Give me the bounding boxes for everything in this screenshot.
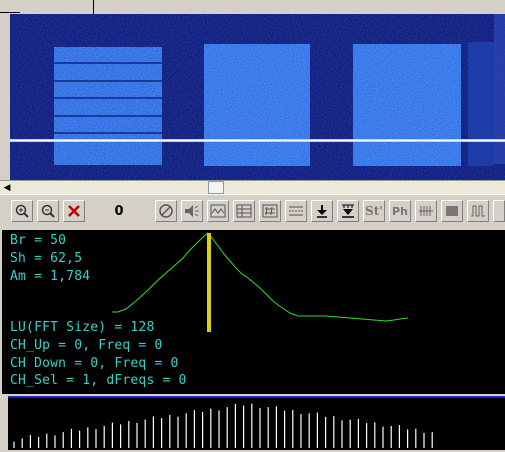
down-arrow-icon (317, 205, 327, 218)
zoom-in-button[interactable] (11, 200, 33, 222)
ruler-line (0, 12, 20, 13)
scope-display[interactable]: Br = 50 Sh = 62,5 Am = 1,784 LU(FFT Size… (2, 230, 505, 394)
ch-down-readout: CH Down = 0, Freq = 0 (10, 356, 179, 371)
filter-button[interactable] (285, 200, 307, 222)
stop-button[interactable] (155, 200, 177, 222)
speaker-icon (185, 205, 199, 217)
marker-button[interactable] (337, 200, 359, 222)
signal-gap (54, 97, 162, 99)
zoom-out-button[interactable] (37, 200, 59, 222)
speaker-button[interactable] (181, 200, 203, 222)
comb-button[interactable] (415, 200, 437, 222)
st-button[interactable]: St' (363, 200, 385, 222)
comb-icon (419, 206, 433, 216)
sh-readout: Sh = 62,5 (10, 251, 83, 266)
waterfall-svg (10, 14, 505, 180)
marker-icon (342, 204, 354, 218)
br-readout: Br = 50 (10, 233, 67, 248)
signal-gap (54, 115, 162, 117)
comb-spectrum (8, 396, 505, 450)
signal-block-texture (204, 44, 310, 166)
am-readout: Am = 1,784 (10, 269, 91, 284)
signal-gap (54, 80, 162, 82)
fill-button[interactable] (441, 200, 463, 222)
ph-button[interactable]: Ph (389, 200, 411, 222)
stop-icon (159, 204, 173, 218)
waveform-settings-button[interactable] (207, 200, 229, 222)
hash-button[interactable] (259, 200, 281, 222)
fft-size-readout: LU(FFT Size) = 128 (10, 320, 155, 335)
signal-gap (54, 132, 162, 134)
signal-gap (54, 62, 162, 64)
grid-settings-icon (262, 204, 278, 218)
zoom-value-field[interactable]: 0 (97, 200, 141, 222)
down-arrow-button[interactable] (311, 200, 333, 222)
zoom-in-icon (15, 204, 29, 218)
carrier-line-core (10, 140, 505, 141)
ruler-tick (93, 0, 94, 14)
fill-icon (446, 206, 458, 216)
filter-icon (289, 206, 303, 216)
scroll-left-icon[interactable]: ◀ (0, 181, 14, 195)
more-button[interactable] (493, 200, 505, 222)
spectrum-trace (112, 232, 409, 322)
comb-spectrum-svg (13, 403, 433, 448)
table-icon (236, 204, 252, 218)
toolbar: 0 St' Ph (0, 194, 505, 231)
horizontal-scrollbar[interactable]: ◀ (0, 180, 505, 195)
zoom-out-icon (41, 204, 55, 218)
close-icon (68, 205, 80, 217)
pulse-icon (471, 205, 485, 217)
table-button[interactable] (233, 200, 255, 222)
close-button[interactable] (63, 200, 85, 222)
scrollbar-thumb[interactable] (208, 181, 224, 194)
waterfall-display[interactable] (10, 14, 505, 180)
waveform-settings-icon (210, 204, 226, 218)
pulse-button[interactable] (467, 200, 489, 222)
signal-block-texture (54, 47, 162, 165)
ch-up-readout: CH_Up = 0, Freq = 0 (10, 338, 163, 353)
signal-block-faint (468, 42, 494, 166)
signal-block-texture (353, 44, 461, 166)
ch-sel-readout: CH_Sel = 1, dFreqs = 0 (10, 373, 187, 388)
top-strip (0, 0, 505, 14)
